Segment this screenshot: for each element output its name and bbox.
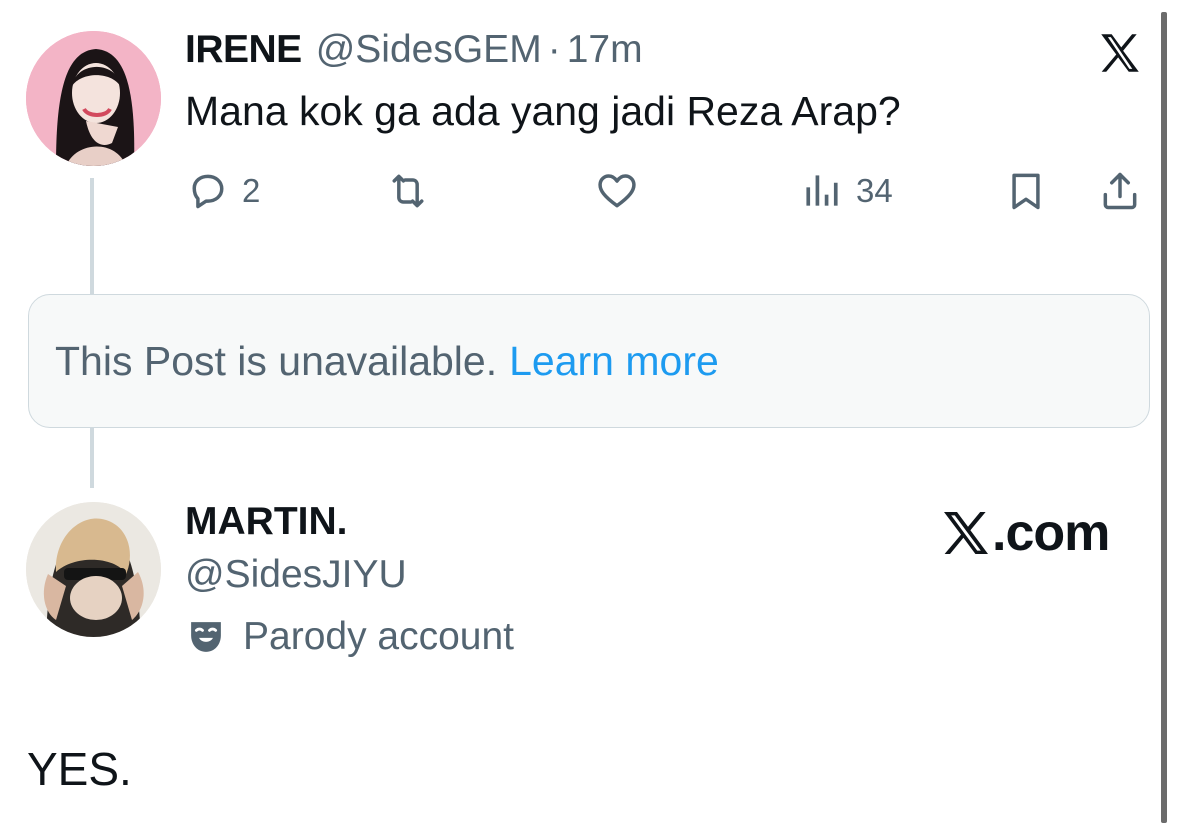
- scrollbar[interactable]: [1161, 12, 1167, 823]
- views-icon: [806, 175, 838, 206]
- share-button[interactable]: [1098, 166, 1142, 216]
- x-com-watermark: .com: [940, 503, 1110, 563]
- x-logo-icon: [944, 512, 988, 554]
- reply-button[interactable]: 2: [186, 166, 260, 216]
- user-handle[interactable]: @SidesJIYU: [185, 553, 407, 597]
- watermark-text: .com: [992, 504, 1110, 562]
- theater-mask-icon: [191, 622, 221, 652]
- views-button[interactable]: 34: [800, 166, 893, 216]
- avatar-martin[interactable]: [26, 502, 161, 637]
- reply-icon: [192, 174, 224, 209]
- reply-text: YES.: [27, 743, 132, 795]
- unavailable-post-notice: This Post is unavailable. Learn more: [28, 294, 1150, 428]
- x-logo-icon: [1095, 28, 1145, 78]
- user-handle[interactable]: @SidesGEM: [316, 28, 542, 72]
- avatar-image: [26, 31, 161, 166]
- share-icon: [1103, 172, 1137, 210]
- heart-icon: [598, 174, 636, 208]
- parody-badge: Parody account: [185, 612, 514, 662]
- thread-connector-line: [90, 428, 94, 488]
- post-timestamp[interactable]: 17m: [567, 28, 643, 72]
- views-count: 34: [856, 172, 893, 209]
- repost-button[interactable]: [386, 166, 430, 216]
- screenshot: IRENE @SidesGEM · 17m Mana kok ga ada ya…: [0, 0, 1178, 823]
- reply-count: 2: [242, 172, 261, 209]
- parody-label: Parody account: [243, 615, 515, 658]
- repost-icon: [392, 174, 424, 208]
- post-text: Mana kok ga ada yang jadi Reza Arap?: [185, 88, 901, 134]
- bookmark-button[interactable]: [1004, 166, 1048, 216]
- bookmark-icon: [1012, 173, 1040, 210]
- avatar-irene[interactable]: [26, 31, 161, 166]
- display-name[interactable]: MARTIN.: [185, 500, 347, 544]
- thread-connector-line: [90, 178, 94, 294]
- separator-dot: ·: [547, 28, 561, 71]
- like-button[interactable]: [595, 166, 639, 216]
- display-name[interactable]: IRENE: [185, 28, 302, 72]
- avatar-image: [26, 502, 161, 637]
- unavailable-message: This Post is unavailable.: [55, 337, 498, 384]
- learn-more-link[interactable]: Learn more: [509, 338, 719, 385]
- post-header: IRENE @SidesGEM · 17m: [185, 28, 643, 78]
